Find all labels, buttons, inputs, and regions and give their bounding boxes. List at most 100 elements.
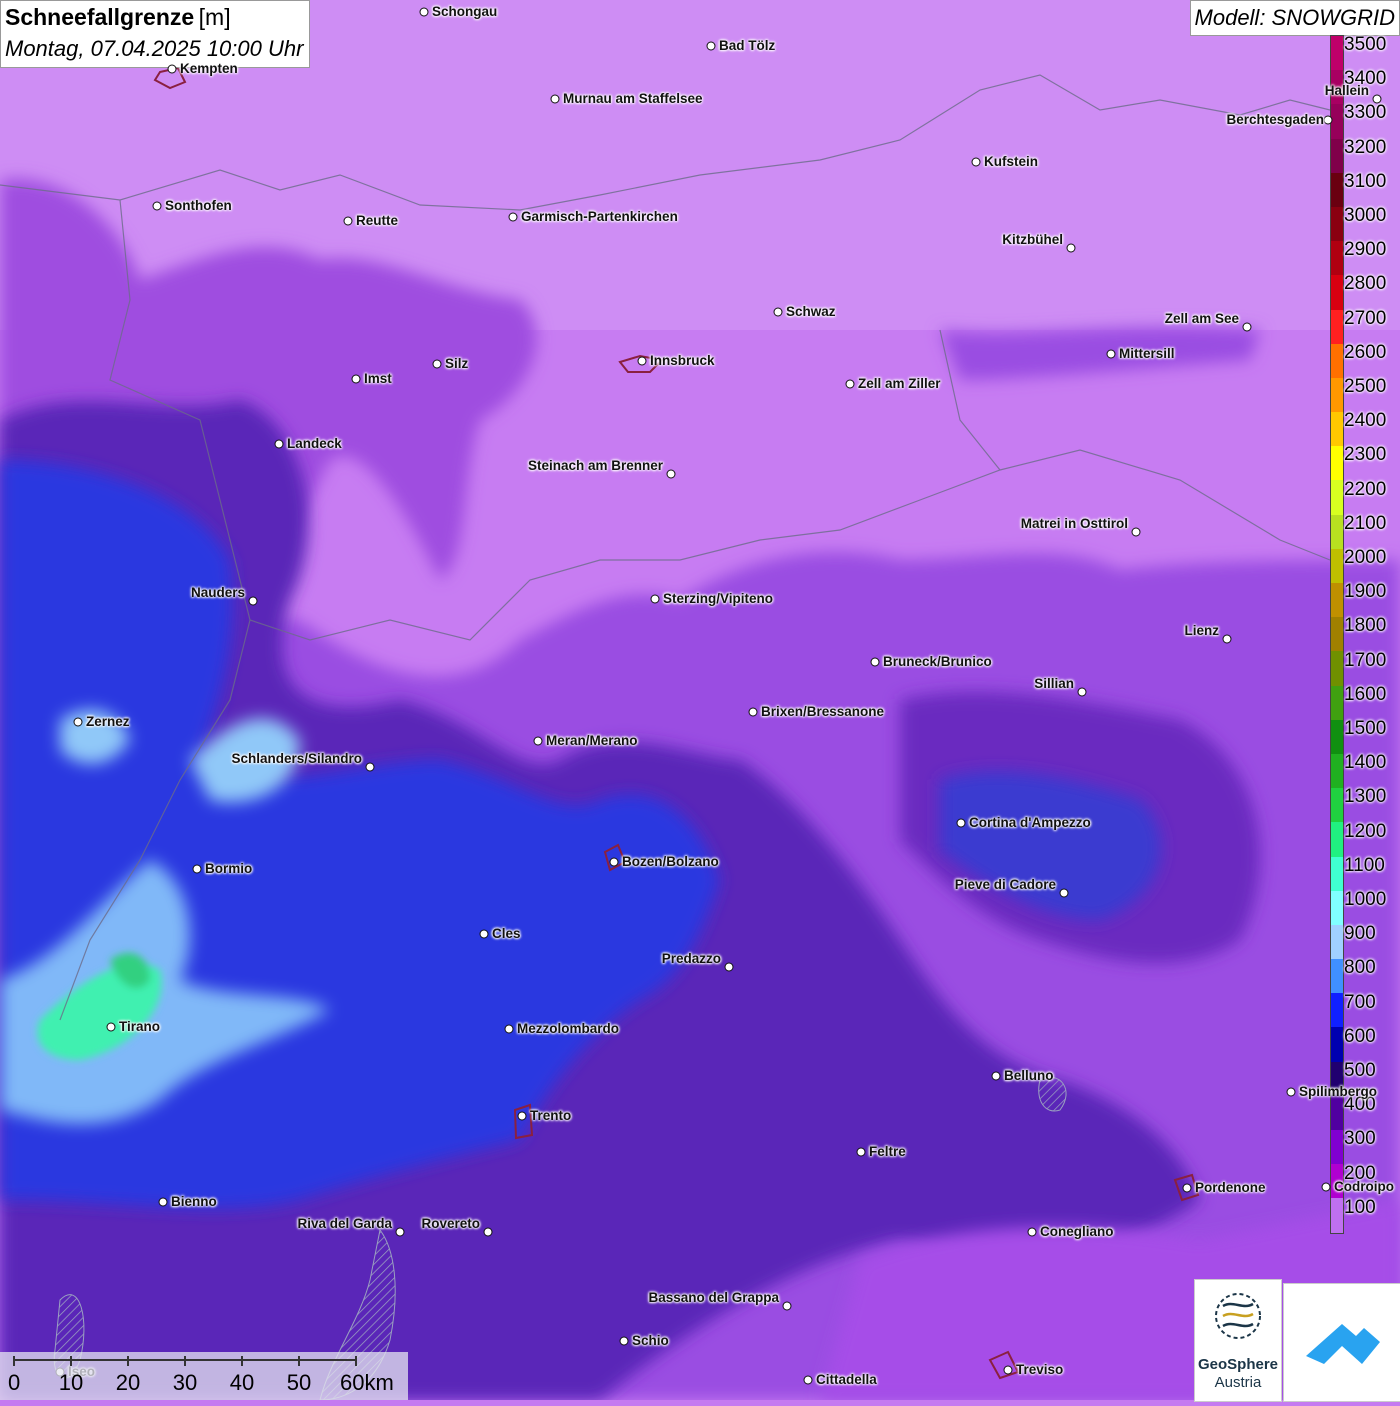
city-label: Bruneck/Brunico (883, 654, 992, 669)
legend-label: 2400 (1344, 410, 1387, 432)
city-marker-icon (248, 596, 258, 606)
mountain-icon (1306, 1324, 1380, 1364)
legend-swatch (1331, 206, 1343, 242)
city-label: Zell am Ziller (858, 376, 941, 391)
legend-label: 1900 (1344, 581, 1387, 603)
legend-swatch (1331, 446, 1343, 481)
legend-swatch (1331, 856, 1343, 891)
legend-swatch (1331, 172, 1343, 207)
map-datetime: Montag, 07.04.2025 10:00 Uhr (5, 36, 304, 61)
city-label: Reutte (356, 213, 399, 228)
legend-label: 1400 (1344, 752, 1387, 774)
legend-swatch (1331, 993, 1343, 1028)
city-marker-icon (1323, 115, 1333, 125)
city-marker-icon (773, 307, 783, 317)
city-label: Nauders (190, 585, 245, 600)
geosphere-logo: GeoSphere Austria (1194, 1279, 1282, 1402)
city-label: Berchtesgaden (1226, 112, 1324, 127)
city-label: Rovereto (421, 1216, 480, 1231)
legend-label: 3000 (1344, 205, 1387, 226)
legend-swatch (1331, 685, 1343, 720)
color-legend-bar (1330, 35, 1344, 1234)
legend-swatch (1331, 890, 1343, 925)
legend-swatch (1331, 480, 1343, 515)
city-marker-icon (419, 7, 429, 17)
city-marker-icon (365, 762, 375, 772)
city-label: Murnau am Staffelsee (563, 91, 703, 106)
mountain-logo (1283, 1283, 1400, 1402)
city-label: Mezzolombardo (517, 1021, 620, 1036)
legend-label: 1800 (1344, 615, 1387, 637)
legend-label: 1500 (1344, 718, 1387, 739)
legend-label: 2900 (1344, 239, 1387, 261)
geosphere-logo-line1: GeoSphere (1197, 1356, 1279, 1373)
legend-swatch (1331, 583, 1343, 618)
city-label: Cittadella (816, 1372, 877, 1387)
scale-bar-label: 20 (115, 1370, 141, 1395)
city-label: Schwaz (786, 304, 836, 319)
legend-label: 800 (1344, 957, 1376, 979)
city-marker-icon (550, 94, 560, 104)
legend-label: 2000 (1344, 547, 1387, 568)
city-marker-icon (395, 1227, 405, 1237)
scale-bar-label: 0 (8, 1370, 21, 1395)
city-label: Treviso (1016, 1362, 1064, 1377)
city-label: Brixen/Bressanone (761, 704, 885, 719)
scale-bar-label: 60km (340, 1370, 394, 1395)
city-marker-icon (1242, 322, 1252, 332)
legend-swatch (1331, 241, 1343, 276)
city-marker-icon (609, 857, 619, 867)
city-label: Sillian (1034, 676, 1074, 691)
city-label: Zell am See (1164, 311, 1239, 326)
city-marker-icon (533, 736, 543, 746)
city-marker-icon (1286, 1087, 1296, 1097)
city-label: Sterzing/Vipiteno (663, 591, 774, 606)
city-marker-icon (1106, 349, 1116, 359)
city-marker-icon (1372, 94, 1382, 104)
city-label: Zernez (86, 714, 130, 729)
city-label: Trento (530, 1108, 572, 1123)
city-label: Bad Tölz (719, 38, 776, 53)
city-label: Matrei in Osttirol (1020, 516, 1128, 531)
city-label: Bormio (205, 861, 253, 876)
city-label: Pordenone (1195, 1180, 1266, 1195)
map-unit: [m] (198, 4, 231, 30)
city-label: Meran/Merano (546, 733, 638, 748)
legend-label: 1100 (1344, 854, 1385, 876)
city-label: Silz (445, 356, 469, 371)
city-label: Belluno (1004, 1068, 1054, 1083)
city-label: Sonthofen (165, 198, 232, 213)
city-marker-icon (483, 1227, 493, 1237)
city-marker-icon (158, 1197, 168, 1207)
legend-swatch (1331, 1198, 1343, 1233)
legend-swatch (1331, 377, 1343, 413)
city-marker-icon (274, 439, 284, 449)
legend-label: 3200 (1344, 136, 1387, 158)
geosphere-emblem-icon (1215, 1293, 1261, 1339)
city-marker-icon (803, 1375, 813, 1385)
city-marker-icon (508, 212, 518, 222)
legend-label: 2300 (1344, 444, 1387, 466)
city-label: Cortina d'Ampezzo (969, 815, 1091, 830)
city-label: Predazzo (661, 951, 721, 966)
legend-swatch (1331, 104, 1343, 139)
legend-swatch (1331, 138, 1343, 173)
city-label: Hallein (1324, 83, 1369, 98)
legend-label: 700 (1344, 991, 1376, 1013)
legend-label: 100 (1344, 1196, 1376, 1218)
legend-swatch (1331, 1027, 1343, 1062)
legend-swatch (1331, 36, 1343, 71)
city-marker-icon (956, 818, 966, 828)
city-marker-icon (1182, 1183, 1192, 1193)
legend-label: 1200 (1344, 820, 1387, 842)
city-marker-icon (152, 201, 162, 211)
legend-label: 1600 (1344, 683, 1387, 705)
legend-label: 2200 (1344, 478, 1387, 500)
city-marker-icon (845, 379, 855, 389)
city-label: Schlanders/Silandro (231, 751, 362, 766)
city-label: Innsbruck (650, 353, 715, 368)
city-marker-icon (504, 1024, 514, 1034)
city-label: Conegliano (1040, 1224, 1114, 1239)
city-label: Feltre (869, 1144, 906, 1159)
legend-swatch (1331, 1095, 1343, 1130)
